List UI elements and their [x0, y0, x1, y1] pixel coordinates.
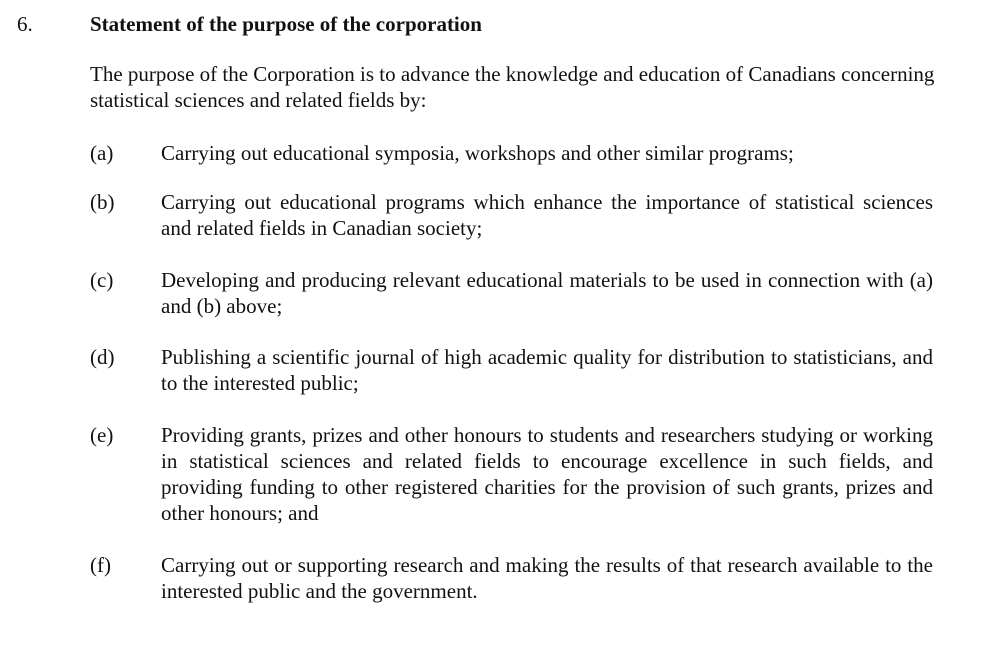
list-item-text: Carrying out or supporting research and … — [161, 553, 933, 603]
section-title: Statement of the purpose of the corporat… — [90, 12, 482, 36]
list-item-label: (b) — [90, 190, 115, 214]
list-item-label: (f) — [90, 553, 111, 577]
list-item-label: (d) — [90, 345, 115, 369]
document-section: 6. Statement of the purpose of the corpo… — [0, 0, 994, 646]
list-item-text: Providing grants, prizes and other honou… — [161, 423, 933, 525]
list-item-text: Publishing a scientific journal of high … — [161, 345, 933, 395]
list-item-text: Carrying out educational symposia, works… — [161, 141, 794, 165]
list-item-label: (a) — [90, 141, 114, 165]
list-item-text: Carrying out educational programs which … — [161, 190, 933, 240]
section-intro: The purpose of the Corporation is to adv… — [90, 62, 935, 112]
list-item-text: Developing and producing relevant educat… — [161, 268, 933, 318]
list-item-label: (e) — [90, 423, 114, 447]
section-number: 6. — [17, 12, 33, 36]
list-item-label: (c) — [90, 268, 114, 292]
